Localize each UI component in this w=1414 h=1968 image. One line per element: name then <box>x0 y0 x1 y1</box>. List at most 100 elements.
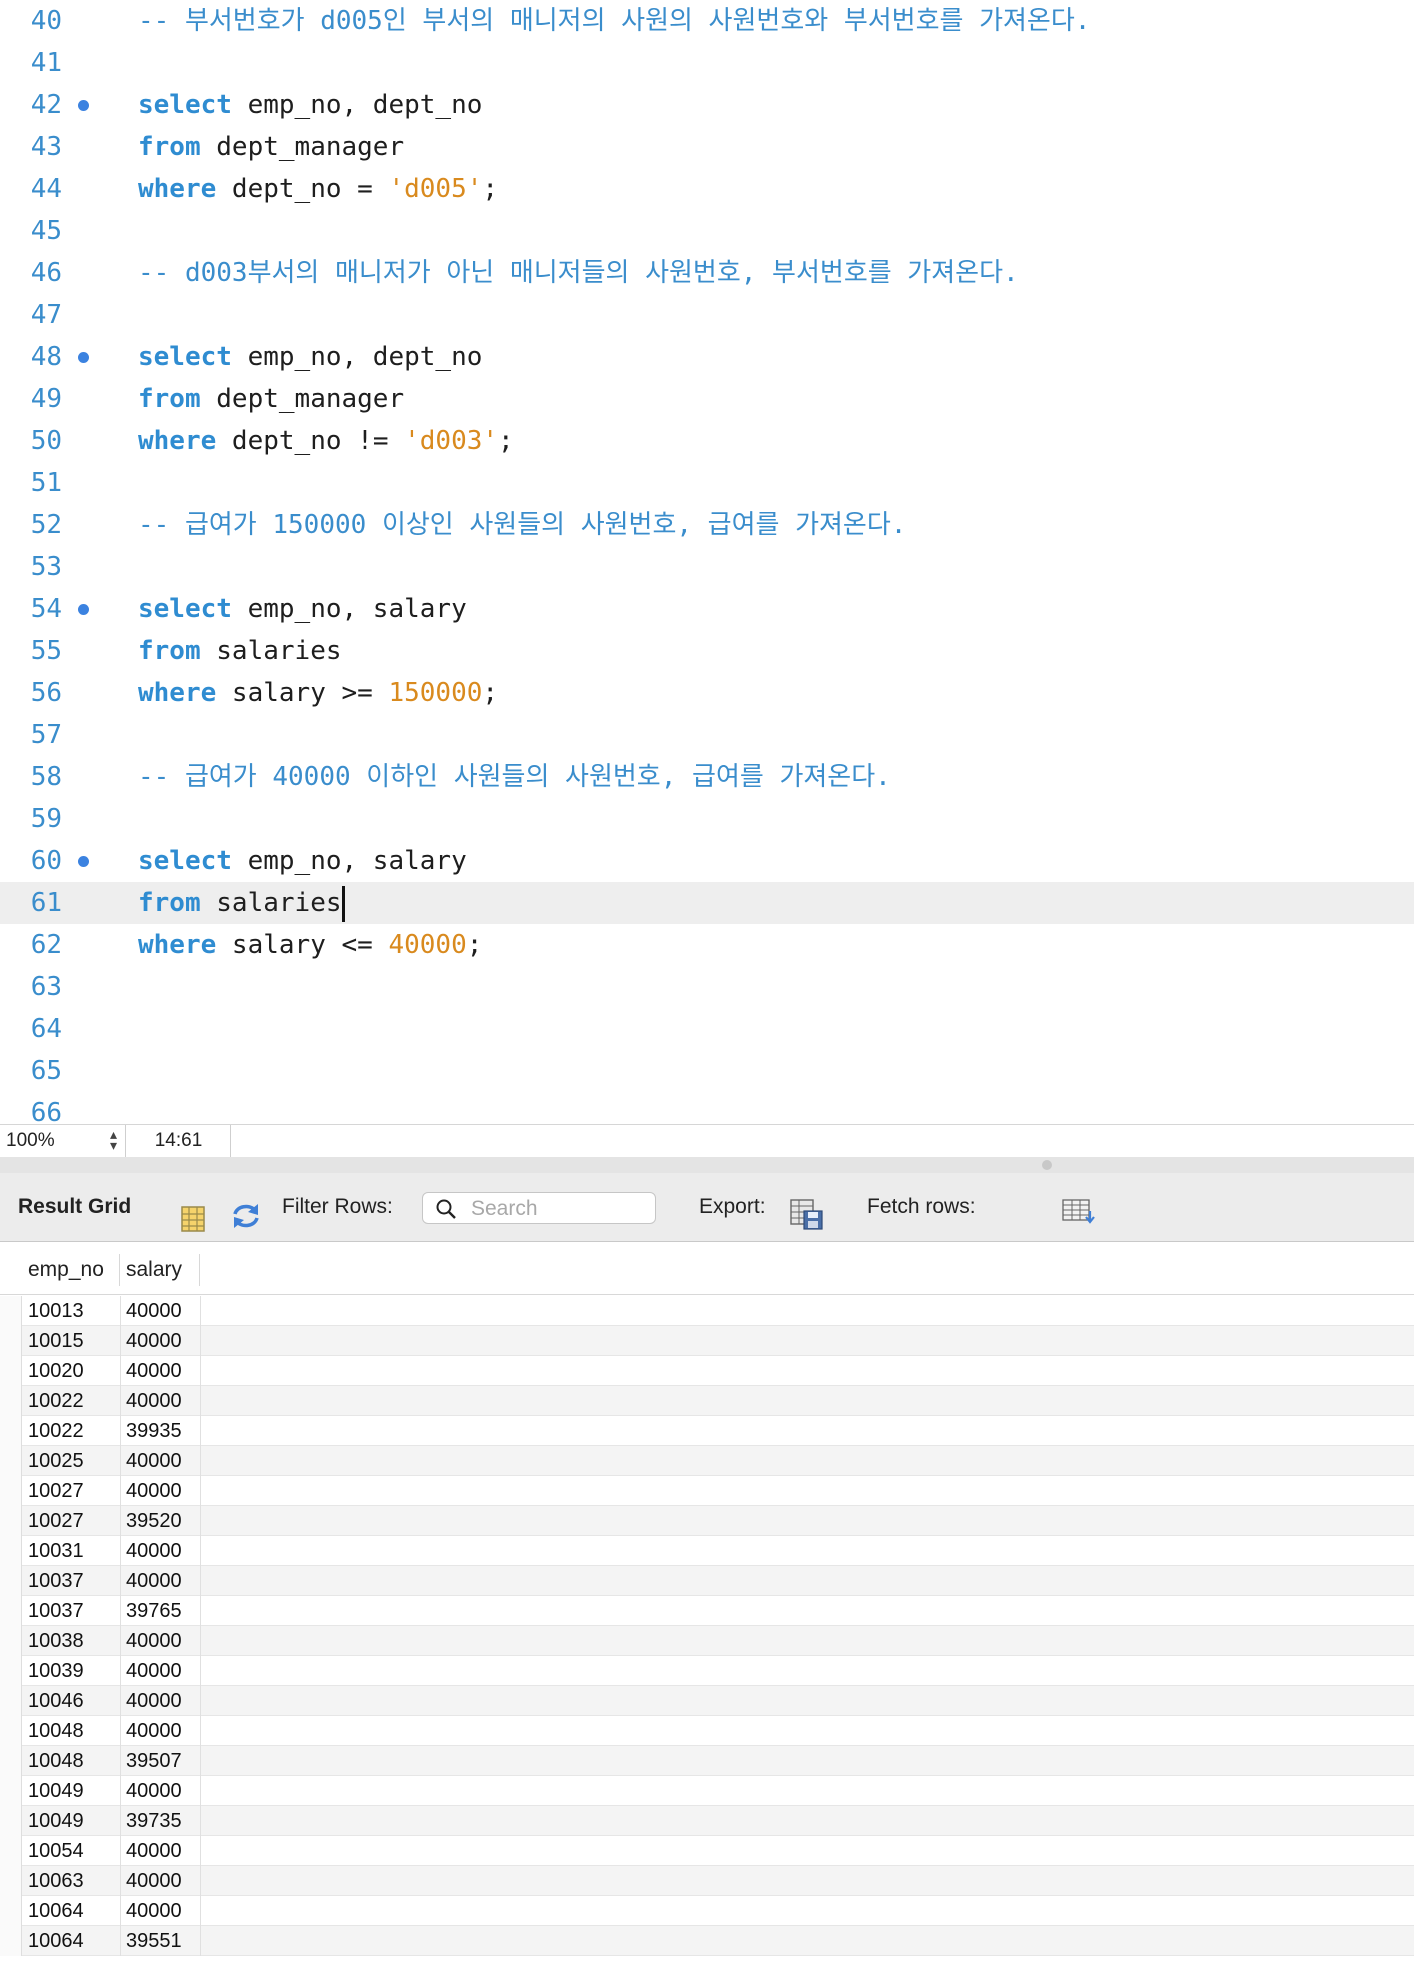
cell-emp-no[interactable]: 10064 <box>28 1930 84 1953</box>
cell-salary[interactable]: 40000 <box>126 1360 182 1383</box>
table-row[interactable]: 10046 40000 <box>0 1686 1414 1716</box>
row-selector[interactable] <box>0 1506 22 1536</box>
column-header-emp-no[interactable]: emp_no <box>22 1254 120 1286</box>
code-text[interactable]: select emp_no, dept_no <box>138 336 482 378</box>
code-line[interactable]: 57 <box>0 714 1414 756</box>
code-line[interactable]: 49 from dept_manager <box>0 378 1414 420</box>
cell-emp-no[interactable]: 10027 <box>28 1480 84 1503</box>
row-selector[interactable] <box>0 1566 22 1596</box>
statement-marker-icon[interactable] <box>78 100 89 111</box>
table-row[interactable]: 10064 39551 <box>0 1926 1414 1956</box>
row-selector[interactable] <box>0 1386 22 1416</box>
code-text[interactable]: from dept_manager <box>138 126 404 168</box>
code-line[interactable]: 60 select emp_no, salary <box>0 840 1414 882</box>
code-text[interactable]: from salaries <box>138 882 345 924</box>
row-selector[interactable] <box>0 1536 22 1566</box>
row-selector[interactable] <box>0 1716 22 1746</box>
code-text[interactable]: from salaries <box>138 630 342 672</box>
cell-salary[interactable]: 40000 <box>126 1570 182 1593</box>
code-line[interactable]: 61 from salaries <box>0 882 1414 924</box>
cell-salary[interactable]: 40000 <box>126 1690 182 1713</box>
row-selector[interactable] <box>0 1476 22 1506</box>
cell-emp-no[interactable]: 10063 <box>28 1870 84 1893</box>
pane-splitter[interactable] <box>0 1157 1414 1173</box>
cell-salary[interactable]: 40000 <box>126 1450 182 1473</box>
cell-salary[interactable]: 40000 <box>126 1870 182 1893</box>
row-selector[interactable] <box>0 1326 22 1356</box>
filter-search-box[interactable] <box>422 1192 656 1224</box>
cell-salary[interactable]: 39765 <box>126 1600 182 1623</box>
code-text[interactable]: -- 급여가 40000 이하인 사원들의 사원번호, 급여를 가져온다. <box>138 756 891 798</box>
cell-emp-no[interactable]: 10022 <box>28 1420 84 1443</box>
code-line[interactable]: 53 <box>0 546 1414 588</box>
search-input[interactable] <box>469 1196 653 1222</box>
table-row[interactable]: 10022 39935 <box>0 1416 1414 1446</box>
table-row[interactable]: 10049 39735 <box>0 1806 1414 1836</box>
code-line[interactable]: 66 <box>0 1092 1414 1124</box>
zoom-stepper-icon[interactable]: ▴ ▾ <box>110 1127 117 1152</box>
statement-marker-icon[interactable] <box>78 352 89 363</box>
code-line[interactable]: 47 <box>0 294 1414 336</box>
code-line[interactable]: 62 where salary <= 40000; <box>0 924 1414 966</box>
cell-salary[interactable]: 40000 <box>126 1720 182 1743</box>
code-line[interactable]: 40 -- 부서번호가 d005인 부서의 매니저의 사원의 사원번호와 부서번호… <box>0 0 1414 42</box>
row-selector[interactable] <box>0 1896 22 1926</box>
table-row[interactable]: 10031 40000 <box>0 1536 1414 1566</box>
cell-salary[interactable]: 39507 <box>126 1750 182 1773</box>
code-line[interactable]: 43 from dept_manager <box>0 126 1414 168</box>
cell-emp-no[interactable]: 10064 <box>28 1900 84 1923</box>
table-row[interactable]: 10063 40000 <box>0 1866 1414 1896</box>
cell-salary[interactable]: 39520 <box>126 1510 182 1533</box>
row-selector[interactable] <box>0 1416 22 1446</box>
cell-emp-no[interactable]: 10038 <box>28 1630 84 1653</box>
table-row[interactable]: 10013 40000 <box>0 1296 1414 1326</box>
row-selector[interactable] <box>0 1656 22 1686</box>
table-row[interactable]: 10022 40000 <box>0 1386 1414 1416</box>
table-row[interactable]: 10048 40000 <box>0 1716 1414 1746</box>
row-selector[interactable] <box>0 1746 22 1776</box>
cell-salary[interactable]: 40000 <box>126 1480 182 1503</box>
cell-salary[interactable]: 39935 <box>126 1420 182 1443</box>
code-text[interactable]: select emp_no, dept_no <box>138 84 482 126</box>
code-text[interactable]: where salary <= 40000; <box>138 924 482 966</box>
code-line[interactable]: 58 -- 급여가 40000 이하인 사원들의 사원번호, 급여를 가져온다. <box>0 756 1414 798</box>
cell-emp-no[interactable]: 10027 <box>28 1510 84 1533</box>
table-row[interactable]: 10054 40000 <box>0 1836 1414 1866</box>
cell-emp-no[interactable]: 10049 <box>28 1810 84 1833</box>
code-line[interactable]: 59 <box>0 798 1414 840</box>
sql-editor[interactable]: 40 -- 부서번호가 d005인 부서의 매니저의 사원의 사원번호와 부서번호… <box>0 0 1414 1124</box>
cell-emp-no[interactable]: 10037 <box>28 1600 84 1623</box>
code-text[interactable]: select emp_no, salary <box>138 588 467 630</box>
cell-salary[interactable]: 40000 <box>126 1330 182 1353</box>
cell-salary[interactable]: 39735 <box>126 1810 182 1833</box>
code-line[interactable]: 63 <box>0 966 1414 1008</box>
cell-emp-no[interactable]: 10048 <box>28 1720 84 1743</box>
code-line[interactable]: 44 where dept_no = 'd005'; <box>0 168 1414 210</box>
code-text[interactable]: select emp_no, salary <box>138 840 467 882</box>
code-line[interactable]: 55 from salaries <box>0 630 1414 672</box>
code-line[interactable]: 42 select emp_no, dept_no <box>0 84 1414 126</box>
table-row[interactable]: 10064 40000 <box>0 1896 1414 1926</box>
cell-emp-no[interactable]: 10048 <box>28 1750 84 1773</box>
table-row[interactable]: 10027 40000 <box>0 1476 1414 1506</box>
code-text[interactable]: where dept_no = 'd005'; <box>138 168 498 210</box>
cell-salary[interactable]: 40000 <box>126 1660 182 1683</box>
cell-salary[interactable]: 40000 <box>126 1540 182 1563</box>
cell-emp-no[interactable]: 10031 <box>28 1540 84 1563</box>
table-row[interactable]: 10038 40000 <box>0 1626 1414 1656</box>
table-row[interactable]: 10027 39520 <box>0 1506 1414 1536</box>
row-selector[interactable] <box>0 1836 22 1866</box>
cell-salary[interactable]: 40000 <box>126 1780 182 1803</box>
code-line[interactable]: 65 <box>0 1050 1414 1092</box>
cell-emp-no[interactable]: 10013 <box>28 1300 84 1323</box>
cell-salary[interactable]: 39551 <box>126 1930 182 1953</box>
cell-emp-no[interactable]: 10037 <box>28 1570 84 1593</box>
code-line[interactable]: 52 -- 급여가 150000 이상인 사원들의 사원번호, 급여를 가져온다. <box>0 504 1414 546</box>
code-line[interactable]: 45 <box>0 210 1414 252</box>
cell-emp-no[interactable]: 10020 <box>28 1360 84 1383</box>
code-line[interactable]: 51 <box>0 462 1414 504</box>
cell-salary[interactable]: 40000 <box>126 1300 182 1323</box>
cell-emp-no[interactable]: 10046 <box>28 1690 84 1713</box>
row-selector[interactable] <box>0 1806 22 1836</box>
code-line[interactable]: 64 <box>0 1008 1414 1050</box>
